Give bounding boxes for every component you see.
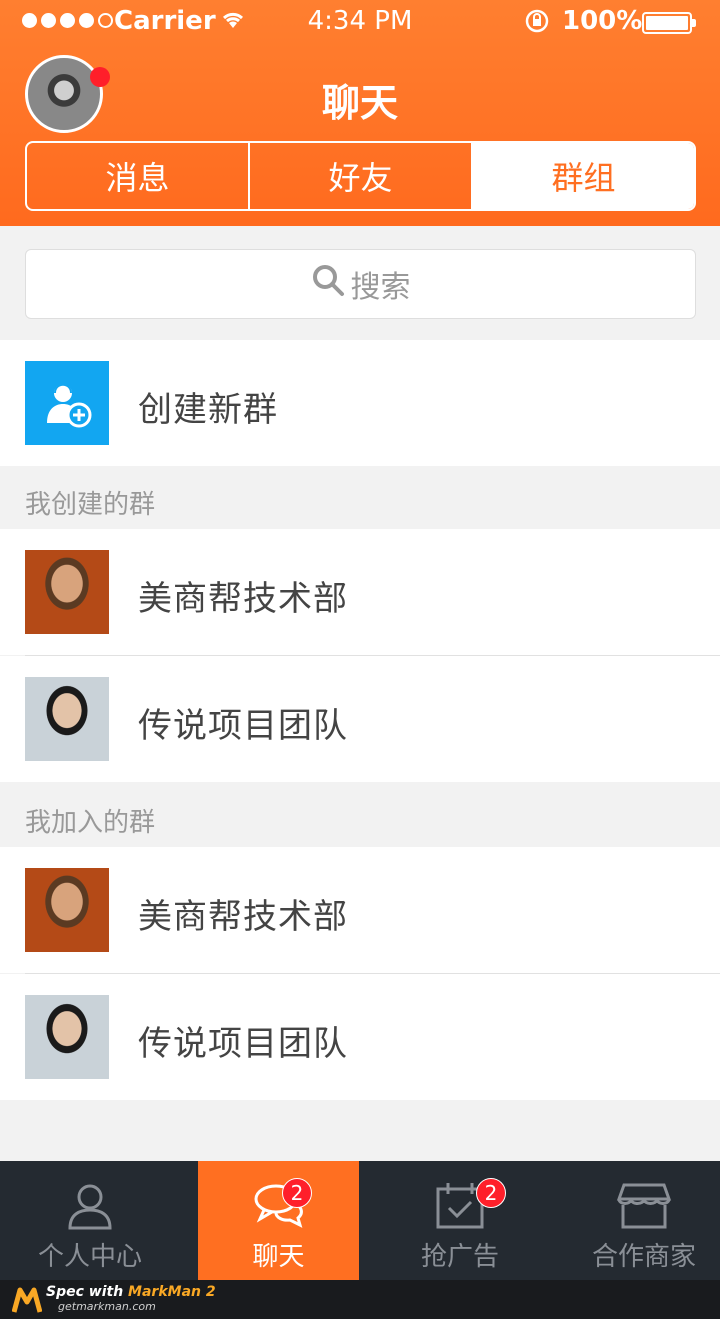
- tabbar-item-chat[interactable]: 2 聊天: [198, 1161, 359, 1280]
- list-item[interactable]: 传说项目团队: [0, 656, 720, 782]
- tabbar-label: 合作商家: [591, 1242, 696, 1272]
- battery-icon: [642, 12, 696, 34]
- search-placeholder: 搜索: [350, 270, 411, 305]
- tabbar-label: 抢广告: [420, 1242, 499, 1272]
- search-input[interactable]: 搜索: [25, 249, 696, 319]
- markman-logo-icon: [11, 1286, 43, 1318]
- list-item[interactable]: 美商帮技术部: [0, 847, 720, 973]
- group-avatar: [25, 677, 109, 761]
- create-group-label: 创建新群: [138, 390, 278, 430]
- segmented-control: 消息 好友 群组: [25, 141, 696, 211]
- group-avatar: [25, 995, 109, 1079]
- search-icon: [311, 263, 345, 305]
- page-title: 聊天: [321, 81, 398, 125]
- chat-badge: 2: [282, 1178, 312, 1208]
- markman-brand: Spec with MarkMan 2: [46, 1284, 216, 1300]
- tab-messages[interactable]: 消息: [27, 143, 250, 209]
- group-name: 美商帮技术部: [138, 897, 348, 937]
- tabbar-item-partners[interactable]: 合作商家: [554, 1161, 720, 1280]
- list-item[interactable]: 传说项目团队: [0, 974, 720, 1100]
- add-group-icon: [25, 361, 109, 445]
- battery-percent: 100%: [562, 6, 643, 36]
- group-avatar: [25, 550, 109, 634]
- section-joined-title: 我加入的群: [25, 808, 156, 838]
- tabbar-label: 聊天: [252, 1242, 305, 1272]
- person-icon: [65, 1181, 115, 1238]
- tabbar-item-ads[interactable]: 2 抢广告: [370, 1161, 550, 1280]
- tabbar-label: 个人中心: [37, 1242, 142, 1272]
- group-avatar: [25, 868, 109, 952]
- markman-footer: Spec with MarkMan 2 getmarkman.com: [0, 1280, 720, 1319]
- list-item[interactable]: 美商帮技术部: [0, 529, 720, 655]
- rotation-lock-icon: [524, 8, 550, 40]
- tab-friends[interactable]: 好友: [250, 143, 473, 209]
- group-name: 美商帮技术部: [138, 579, 348, 619]
- group-name: 传说项目团队: [138, 1024, 348, 1064]
- markman-url: getmarkman.com: [58, 1300, 156, 1313]
- section-created-title: 我创建的群: [25, 490, 156, 520]
- create-group-row[interactable]: 创建新群: [0, 340, 720, 466]
- shop-icon: [616, 1181, 672, 1238]
- tabbar-item-profile[interactable]: 个人中心: [0, 1161, 180, 1280]
- status-bar: Carrier 4:34 PM 100%: [0, 0, 720, 44]
- tab-groups[interactable]: 群组: [473, 143, 694, 209]
- header: Carrier 4:34 PM 100% 聊天 消息 好友 群组: [0, 0, 720, 226]
- group-name: 传说项目团队: [138, 706, 348, 746]
- ads-badge: 2: [476, 1178, 506, 1208]
- bottom-tab-bar: 个人中心 2 聊天 2 抢广告 合作商家: [0, 1161, 720, 1280]
